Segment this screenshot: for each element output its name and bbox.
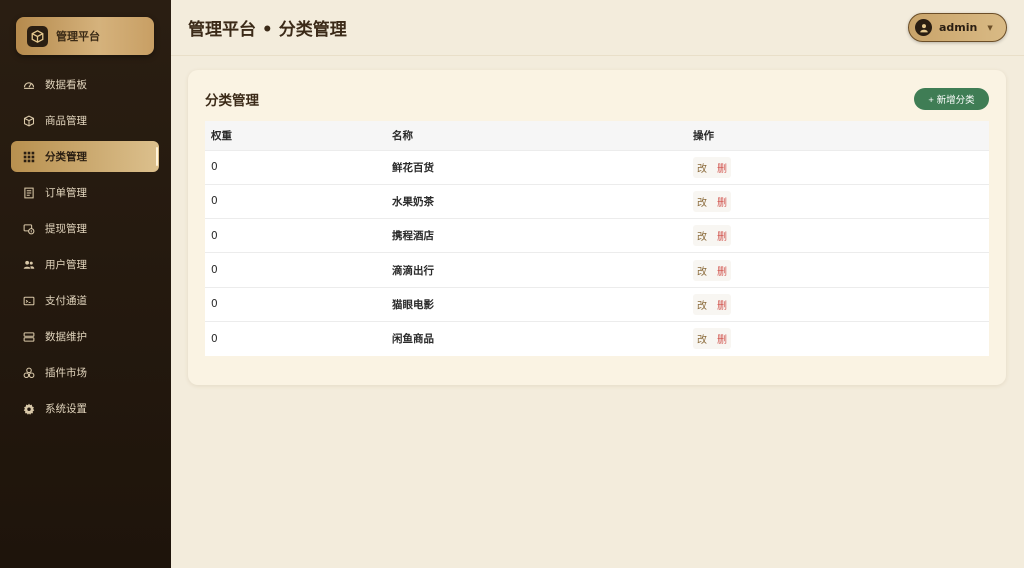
receipt-icon	[22, 186, 35, 199]
edit-button[interactable]: 改	[697, 297, 707, 312]
table-row: 0 水果奶茶 改删	[205, 184, 989, 218]
table-body: 0 鲜花百货 改删 0 水果奶茶 改删 0 携程酒店 改删 0 滴滴出行 改 删…	[205, 150, 989, 356]
sidebar-item-categories[interactable]: 分类管理	[11, 141, 159, 172]
sidebar: 管理平台 数据看板 商品管理 分类管理 订单管理 提现管理 用户管理 支付通道 …	[0, 0, 171, 568]
edit-button[interactable]: 改	[697, 263, 707, 278]
cell-actions: 改删	[687, 219, 989, 253]
sidebar-item-orders[interactable]: 订单管理	[11, 177, 159, 208]
sidebar-item-payment-channels[interactable]: 支付通道	[11, 285, 159, 316]
sidebar-item-label: 数据看板	[45, 79, 87, 91]
card-header: 分类管理 + 新增分类	[205, 88, 989, 110]
row-actions: 改删	[693, 156, 731, 178]
cell-weight: 0	[211, 161, 218, 174]
cell-weight: 0	[211, 332, 218, 345]
card-title: 分类管理	[205, 93, 259, 109]
edit-button[interactable]: 改	[697, 160, 707, 175]
table-row: 0 滴滴出行 改删	[205, 252, 989, 287]
sidebar-item-products[interactable]: 商品管理	[11, 105, 159, 136]
payment-icon	[22, 294, 35, 307]
sidebar-item-dashboard[interactable]: 数据看板	[11, 69, 159, 100]
plugins-icon	[22, 366, 35, 379]
cell-name: 携程酒店	[392, 230, 434, 243]
add-category-button[interactable]: + 新增分类	[914, 88, 989, 110]
row-actions: 改删	[693, 225, 731, 247]
cell-actions: 改删	[687, 184, 989, 218]
cell-weight: 0	[211, 229, 218, 242]
sidebar-item-label: 提现管理	[45, 223, 87, 235]
sidebar-item-plugin-market[interactable]: 插件市场	[11, 357, 159, 388]
edit-button[interactable]: 改	[697, 331, 707, 346]
user-icon	[915, 19, 932, 36]
cell-name: 滴滴出行	[392, 264, 434, 277]
app-root: 管理平台 数据看板 商品管理 分类管理 订单管理 提现管理 用户管理 支付通道 …	[0, 0, 1024, 568]
sidebar-item-label: 系统设置	[45, 403, 87, 415]
cell-weight: 0	[211, 298, 218, 311]
user-menu-button[interactable]: admin ▼	[908, 13, 1007, 42]
withdraw-icon	[22, 222, 35, 235]
chevron-down-icon: ▼	[987, 23, 993, 32]
brand-logo[interactable]: 管理平台	[16, 17, 154, 55]
grid-icon	[22, 150, 35, 163]
sidebar-item-label: 订单管理	[45, 187, 87, 199]
delete-button[interactable]: 删	[717, 228, 727, 243]
page-title: 管理平台 • 分类管理	[188, 20, 347, 40]
table-row: 0 鲜花百货 改删	[205, 150, 989, 184]
sidebar-item-label: 分类管理	[45, 151, 87, 163]
delete-button[interactable]: 删	[717, 331, 727, 346]
sidebar-item-users[interactable]: 用户管理	[11, 249, 159, 280]
delete-button[interactable]: 删	[717, 263, 727, 278]
category-card: 分类管理 + 新增分类 权重 名称 操作 0 鲜花百货 改删 0 水果奶茶 改 …	[188, 70, 1006, 385]
cell-name: 闲鱼商品	[392, 333, 434, 346]
sidebar-item-label: 数据维护	[45, 331, 87, 343]
cube-icon	[22, 114, 35, 127]
gear-icon	[22, 402, 35, 415]
dashboard-icon	[22, 78, 35, 91]
category-table: 权重 名称 操作 0 鲜花百货 改删 0 水果奶茶 改删 0 携程酒店 改 删 …	[205, 121, 989, 356]
cell-weight: 0	[211, 195, 218, 208]
delete-button[interactable]: 删	[717, 297, 727, 312]
sidebar-item-system-settings[interactable]: 系统设置	[11, 393, 159, 424]
delete-button[interactable]: 删	[717, 194, 727, 209]
delete-button[interactable]: 删	[717, 160, 727, 175]
users-icon	[22, 258, 35, 271]
cell-name: 鲜花百货	[392, 161, 434, 174]
row-actions: 改删	[693, 190, 731, 212]
cell-name: 水果奶茶	[392, 195, 434, 208]
row-actions: 改删	[693, 328, 731, 350]
table-row: 0 猫眼电影 改删	[205, 287, 989, 321]
cell-actions: 改删	[687, 253, 989, 287]
cell-actions: 改删	[687, 321, 989, 355]
sidebar-item-label: 商品管理	[45, 115, 87, 127]
sidebar-item-data-maintenance[interactable]: 数据维护	[11, 321, 159, 352]
sidebar-item-label: 插件市场	[45, 367, 87, 379]
cell-actions: 改删	[687, 287, 989, 321]
edit-button[interactable]: 改	[697, 194, 707, 209]
cell-weight: 0	[211, 264, 218, 277]
column-header-weight: 权重	[211, 129, 232, 142]
sidebar-item-label: 支付通道	[45, 295, 87, 307]
cell-name: 猫眼电影	[392, 298, 434, 311]
column-header-actions: 操作	[693, 129, 714, 142]
sidebar-item-withdrawals[interactable]: 提现管理	[11, 213, 159, 244]
column-header-name: 名称	[392, 129, 413, 142]
table-header: 权重 名称 操作	[205, 121, 989, 150]
table-row: 0 闲鱼商品 改删	[205, 321, 989, 355]
database-icon	[22, 330, 35, 343]
cell-actions: 改删	[687, 150, 989, 184]
sidebar-nav: 数据看板 商品管理 分类管理 订单管理 提现管理 用户管理 支付通道 数据维护 …	[0, 69, 171, 424]
sidebar-item-label: 用户管理	[45, 259, 87, 271]
edit-button[interactable]: 改	[697, 228, 707, 243]
row-actions: 改删	[693, 259, 731, 281]
row-actions: 改删	[693, 293, 731, 315]
user-name: admin	[939, 21, 978, 34]
topbar: 管理平台 • 分类管理 admin ▼	[171, 0, 1024, 56]
brand-title: 管理平台	[56, 30, 100, 43]
box-icon	[27, 25, 48, 47]
main-content: 管理平台 • 分类管理 admin ▼ 分类管理 + 新增分类 权重 名称 操作…	[171, 0, 1024, 568]
table-row: 0 携程酒店 改删	[205, 218, 989, 253]
